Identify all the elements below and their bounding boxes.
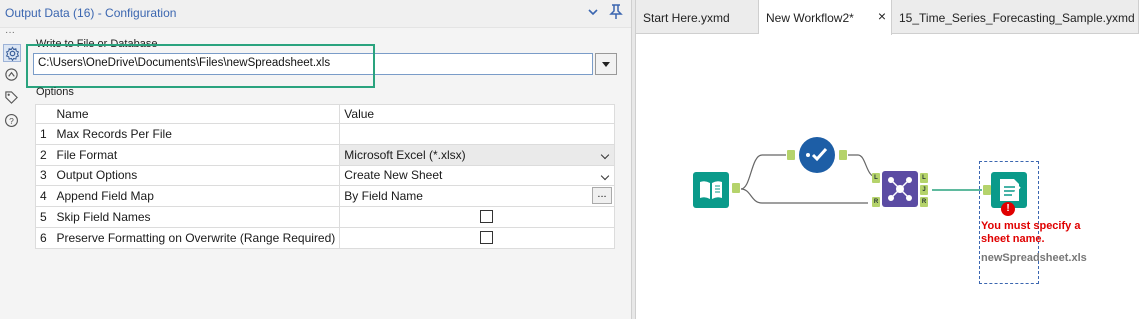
tab-label: 15_Time_Series_Forecasting_Sample.yxmd — [899, 11, 1135, 25]
chevron-down-icon[interactable] — [584, 4, 602, 22]
input-anchor[interactable] — [983, 185, 991, 195]
file-path-input[interactable]: C:\Users\OneDrive\Documents\Files\newSpr… — [33, 53, 593, 75]
field-map-browse-button[interactable]: ... — [592, 187, 612, 205]
max-records-input[interactable] — [339, 123, 615, 145]
output-options-select[interactable]: Create New Sheet — [339, 164, 615, 187]
preserve-formatting-checkbox[interactable] — [480, 230, 494, 244]
close-icon[interactable]: × — [878, 8, 886, 24]
tab-bar: Start Here.yxmd New Workflow2* × 15_Time… — [636, 0, 1139, 35]
join-left-output-anchor[interactable]: L — [920, 173, 928, 183]
join-right-input-anchor[interactable]: R — [872, 197, 880, 207]
output-anchor[interactable] — [732, 183, 740, 193]
tab-start-here[interactable]: Start Here.yxmd — [636, 0, 759, 34]
option-name: Skip Field Names — [52, 206, 341, 228]
tab-label: New Workflow2* — [766, 11, 854, 25]
file-format-value: Microsoft Excel (*.xlsx) — [344, 147, 466, 162]
svg-text:?: ? — [9, 116, 14, 126]
join-right-output-anchor[interactable]: R — [920, 197, 928, 207]
tab-time-series-forecasting[interactable]: 15_Time_Series_Forecasting_Sample.yxmd — [892, 0, 1139, 34]
error-message: You must specify a sheet name. — [981, 220, 1081, 245]
option-name: File Format — [52, 143, 341, 166]
chevron-down-icon — [600, 150, 610, 160]
view-icon[interactable] — [3, 66, 21, 84]
pin-icon[interactable] — [607, 4, 625, 22]
output-options-value: Create New Sheet — [344, 168, 443, 183]
tab-label: Start Here.yxmd — [643, 11, 730, 25]
output-anchor[interactable] — [839, 150, 847, 160]
option-name: Append Field Map — [52, 185, 341, 208]
tab-new-workflow2[interactable]: New Workflow2* × — [759, 0, 892, 35]
input-anchor[interactable] — [787, 150, 795, 160]
options-label: Options — [36, 86, 74, 98]
join-left-input-anchor[interactable]: L — [872, 173, 880, 183]
output-file-annotation: newSpreadsheet.xls — [981, 252, 1087, 264]
workflow-area: L R L J R ! You must specify a sheet nam… — [636, 35, 1139, 319]
table-header-row: Name Value — [35, 104, 615, 124]
row-index: 2 — [35, 143, 53, 166]
configuration-panel: Output Data (16) - Configuration ··· ? W… — [0, 0, 631, 319]
skip-field-names-checkbox[interactable] — [480, 210, 494, 224]
join-joined-output-anchor[interactable]: J — [920, 185, 928, 195]
input-data-tool-icon[interactable] — [693, 172, 729, 208]
workflow-canvas[interactable]: Start Here.yxmd New Workflow2* × 15_Time… — [636, 0, 1139, 319]
select-tool-icon[interactable] — [799, 137, 835, 173]
column-header-value: Value — [339, 104, 615, 124]
join-tool-icon[interactable] — [882, 171, 918, 207]
table-row: 6 Preserve Formatting on Overwrite (Rang… — [35, 226, 615, 249]
settings-icon[interactable] — [3, 44, 21, 62]
panel-header: Output Data (16) - Configuration — [0, 0, 631, 28]
table-row: 5 Skip Field Names — [35, 206, 615, 228]
error-icon: ! — [1001, 202, 1015, 216]
side-toolbar: ··· ? — [0, 27, 23, 319]
table-row: 1 Max Records Per File — [35, 123, 615, 145]
option-name: Output Options — [52, 164, 341, 187]
option-name: Preserve Formatting on Overwrite (Range … — [52, 226, 341, 249]
option-name: Max Records Per File — [52, 123, 341, 145]
options-table: Name Value 1 Max Records Per File 2 File… — [35, 104, 615, 249]
table-row: 2 File Format Microsoft Excel (*.xlsx) — [35, 143, 615, 166]
append-field-map-value: By Field Name — [344, 189, 423, 204]
table-row: 4 Append Field Map By Field Name ... — [35, 185, 615, 208]
help-icon[interactable]: ? — [3, 112, 21, 130]
row-index: 6 — [35, 226, 53, 249]
table-row: 3 Output Options Create New Sheet — [35, 164, 615, 187]
column-header-name: Name — [52, 104, 341, 124]
row-index: 4 — [35, 185, 53, 208]
panel-title: Output Data (16) - Configuration — [5, 6, 177, 20]
chevron-down-icon — [600, 171, 610, 180]
row-index: 1 — [35, 123, 53, 145]
write-to-label: Write to File or Database — [36, 38, 158, 50]
file-path-dropdown-button[interactable] — [595, 53, 617, 75]
row-index: 3 — [35, 164, 53, 187]
row-index: 5 — [35, 206, 53, 228]
append-field-map-value-cell: By Field Name ... — [339, 185, 615, 208]
more-dots-icon: ··· — [5, 27, 15, 38]
tag-icon[interactable] — [3, 89, 21, 107]
file-format-select[interactable]: Microsoft Excel (*.xlsx) — [339, 143, 615, 166]
